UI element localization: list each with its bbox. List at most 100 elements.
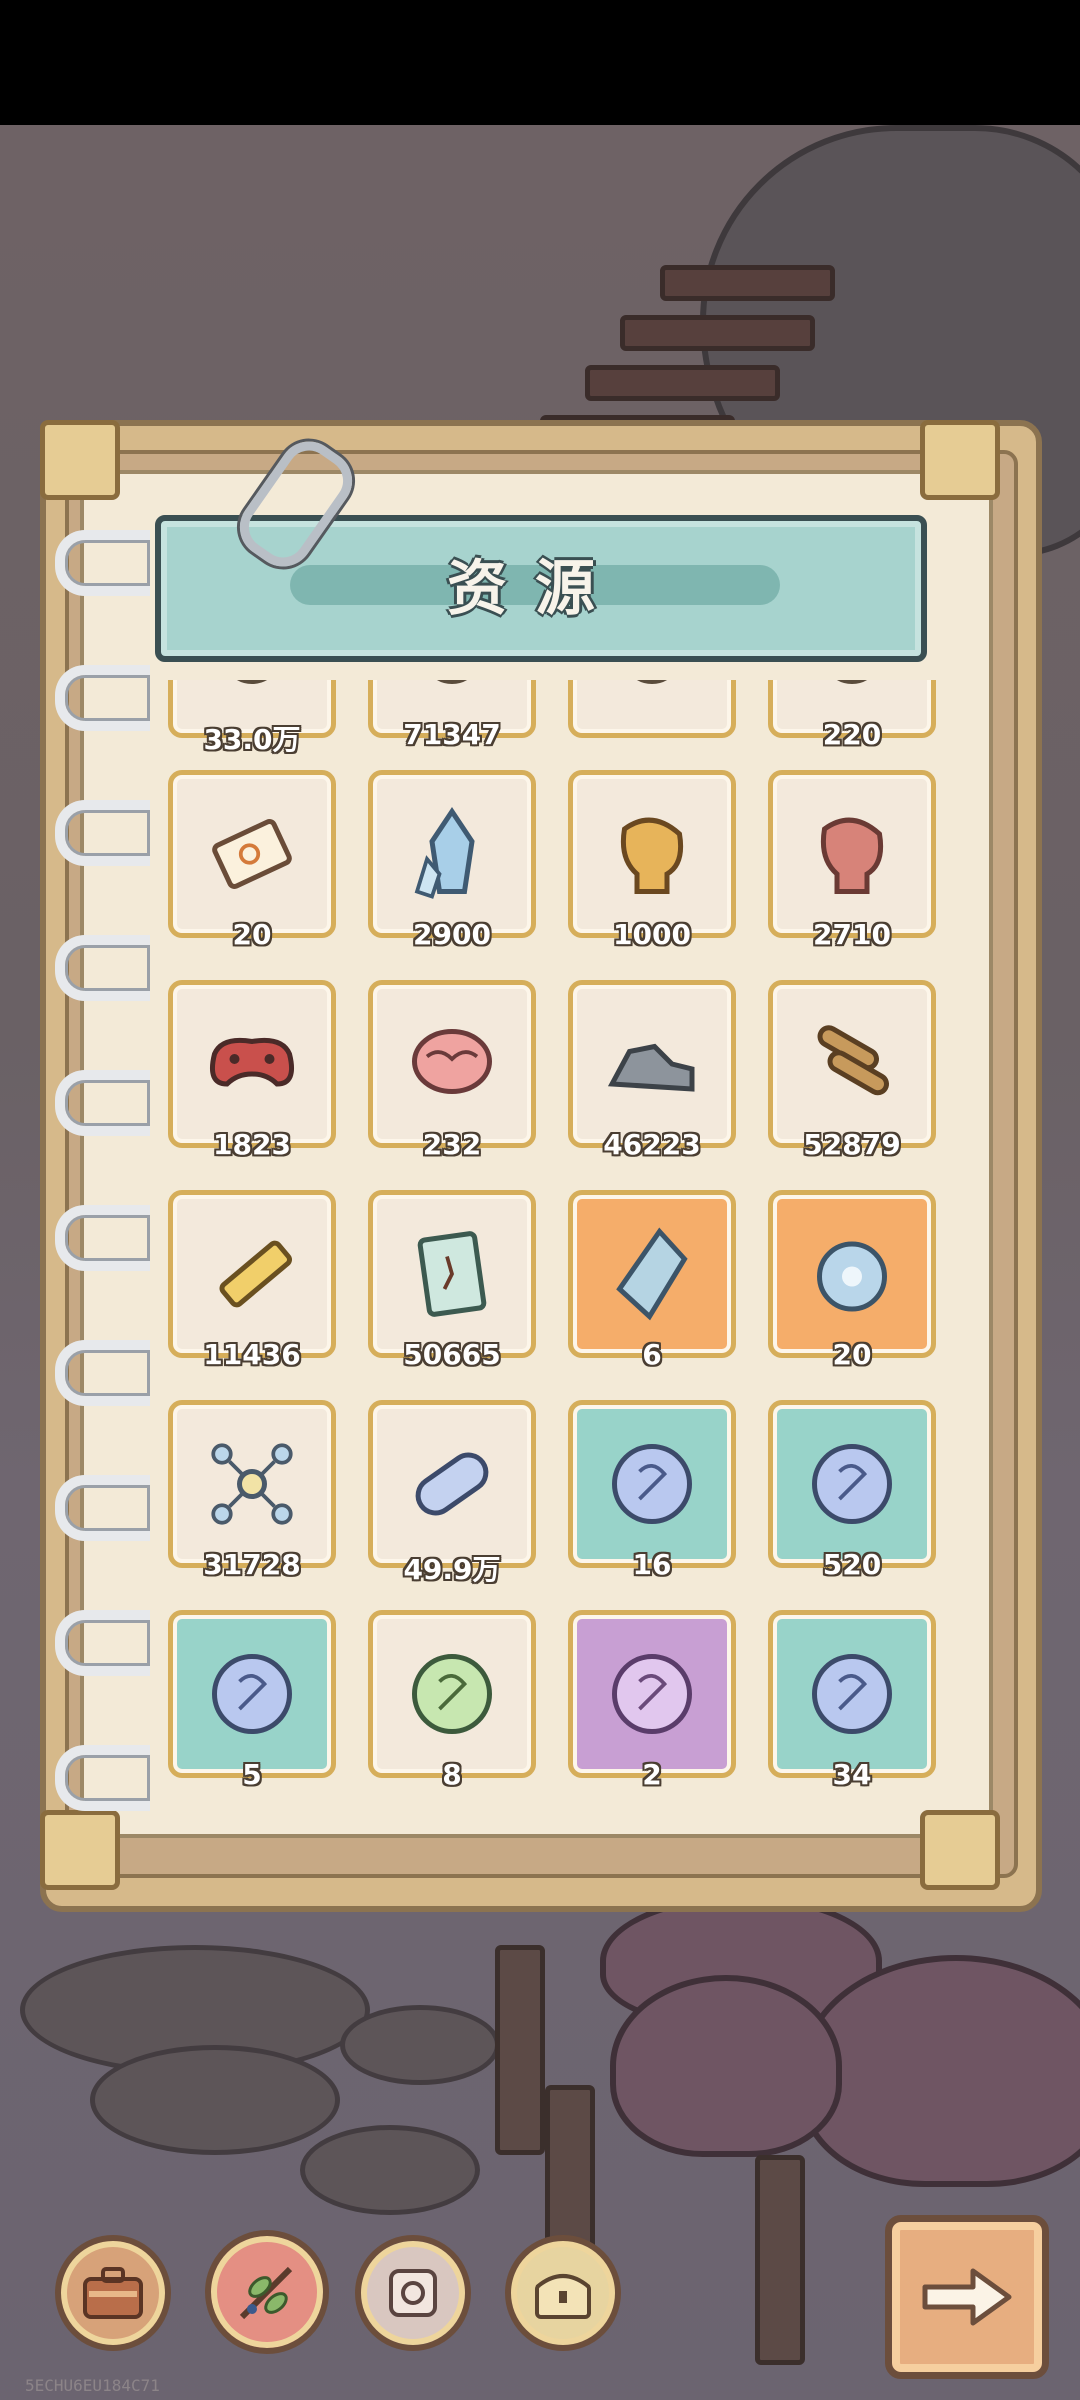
- blue-rune-orb-icon: [773, 1615, 931, 1773]
- rare-crystal-icon: [573, 1195, 731, 1353]
- device-watermark: 5ECHU6EU184C71: [25, 2376, 160, 2395]
- background-plank: [660, 265, 835, 301]
- binder-ring: [55, 1070, 150, 1136]
- background-stone: [300, 2125, 480, 2215]
- binder-ring: [55, 935, 150, 1001]
- puzzle-gear-icon: [389, 2269, 437, 2317]
- resource-slot[interactable]: [768, 1400, 936, 1568]
- resource-count: 33.0万: [203, 723, 301, 756]
- molecule-icon: [173, 1405, 331, 1563]
- binder-ring: [55, 1205, 150, 1271]
- resource-count: 20: [832, 1338, 872, 1371]
- binder-ring: [55, 1610, 150, 1676]
- resource-count: 71347: [403, 718, 501, 751]
- resource-slot[interactable]: [568, 980, 736, 1148]
- resource-slot[interactable]: [168, 1400, 336, 1568]
- next-button[interactable]: [885, 2215, 1049, 2379]
- resource-count: 46223: [603, 1128, 701, 1161]
- red-boxing-glove-icon: [773, 775, 931, 933]
- binder-ring: [55, 800, 150, 866]
- resource-grid[interactable]: 33.0万 71347 220 20 2900 1000 2710 1823 232 46223 5…: [150, 680, 950, 1830]
- resource-slot[interactable]: [568, 680, 736, 738]
- resource-slot[interactable]: [768, 1190, 936, 1358]
- background-stone: [90, 2045, 340, 2155]
- binder-ring: [55, 1340, 150, 1406]
- resource-count: 31728: [203, 1548, 301, 1581]
- resource-slot[interactable]: [368, 1610, 536, 1778]
- resource-slot[interactable]: [768, 1610, 936, 1778]
- resources-button[interactable]: [205, 2230, 329, 2354]
- resource-count: 52879: [803, 1128, 901, 1161]
- orb-core-icon: [773, 1195, 931, 1353]
- resource-count: 16: [632, 1548, 672, 1581]
- resource-count: 1823: [213, 1128, 291, 1161]
- resource-count: 50665: [403, 1338, 501, 1371]
- gamepad-icon: [173, 985, 331, 1143]
- resource-slot[interactable]: [568, 1400, 736, 1568]
- crystal-icon: [373, 775, 531, 933]
- resource-count: 2: [642, 1758, 662, 1791]
- resource-slot[interactable]: [168, 1610, 336, 1778]
- resource-slot[interactable]: [368, 770, 536, 938]
- blue-rune-orb-icon: [773, 1405, 931, 1563]
- arrow-right-icon: [922, 2268, 1012, 2326]
- resource-count: 49.9万: [403, 1553, 501, 1586]
- resource-slot[interactable]: [768, 980, 936, 1148]
- resource-count: 8: [442, 1758, 462, 1791]
- brain-icon: [373, 985, 531, 1143]
- resource-count: 220: [822, 718, 882, 751]
- partial-item-icon: [573, 680, 731, 733]
- backpack-button[interactable]: [55, 2235, 171, 2351]
- background-mushroom: [610, 1975, 842, 2157]
- resource-slot[interactable]: [568, 1190, 736, 1358]
- purple-rune-orb-icon: [573, 1615, 731, 1773]
- glue-tube-icon: [173, 1195, 331, 1353]
- resource-count: 1000: [613, 918, 691, 951]
- green-rune-orb-icon: [373, 1615, 531, 1773]
- notebook-corner: [920, 420, 1000, 500]
- resource-count: 2710: [813, 918, 891, 951]
- background-fence-post: [495, 1945, 545, 2155]
- briefcase-icon: [83, 2267, 143, 2319]
- treasure-chest-icon: [535, 2274, 591, 2319]
- blue-rune-orb-icon: [173, 1615, 331, 1773]
- leaf-branch-icon: [239, 2266, 293, 2320]
- gold-boxing-glove-icon: [573, 775, 731, 933]
- resource-slot[interactable]: [168, 980, 336, 1148]
- background-fence-post: [755, 2155, 805, 2365]
- wood-logs-icon: [773, 985, 931, 1143]
- resource-slot[interactable]: [168, 1190, 336, 1358]
- binder-ring: [55, 1745, 150, 1811]
- resource-slot[interactable]: [768, 770, 936, 938]
- ticket-icon: [173, 775, 331, 933]
- resource-count: 6: [642, 1338, 662, 1371]
- notebook-corner: [40, 1810, 120, 1890]
- status-bar: [0, 0, 1080, 125]
- stone-icon: [573, 985, 731, 1143]
- resource-slot[interactable]: [568, 1610, 736, 1778]
- runic-capsule-icon: [373, 1405, 531, 1563]
- resource-slot[interactable]: [568, 770, 736, 938]
- background-plank: [585, 365, 780, 401]
- binder-ring: [55, 665, 150, 731]
- resource-count: 232: [422, 1128, 482, 1161]
- background-stone: [340, 2005, 500, 2085]
- resource-count: 2900: [413, 918, 491, 951]
- parts-button[interactable]: [355, 2235, 471, 2351]
- resource-count: 34: [832, 1758, 872, 1791]
- resource-count: 520: [822, 1548, 882, 1581]
- chest-button[interactable]: [505, 2235, 621, 2351]
- background-plank: [620, 315, 815, 351]
- resource-count: 20: [232, 918, 272, 951]
- resource-slot[interactable]: [368, 980, 536, 1148]
- binder-ring: [55, 1475, 150, 1541]
- resource-slot[interactable]: [368, 1190, 536, 1358]
- resource-count: 11436: [203, 1338, 301, 1371]
- binder-ring: [55, 530, 150, 596]
- resource-slot[interactable]: [168, 770, 336, 938]
- resource-count: 5: [242, 1758, 262, 1791]
- blue-rune-orb-icon: [573, 1405, 731, 1563]
- resource-slot[interactable]: [368, 1400, 536, 1568]
- blueprint-scroll-icon: [373, 1195, 531, 1353]
- notebook-corner: [40, 420, 120, 500]
